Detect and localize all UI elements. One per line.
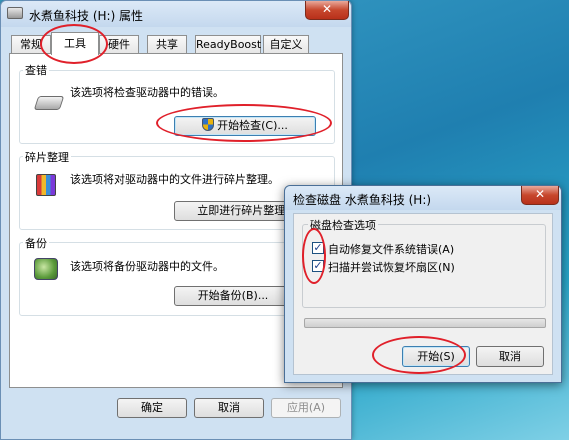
autofix-label: 自动修复文件系统错误(A) bbox=[328, 243, 455, 256]
tab-readyboost[interactable]: ReadyBoost bbox=[195, 35, 261, 54]
tab-label: 共享 bbox=[156, 38, 178, 51]
tab-label: 工具 bbox=[64, 37, 86, 50]
tab-general[interactable]: 常规 bbox=[11, 35, 51, 54]
checkdisk-dialog: 检查磁盘 水煮鱼科技 (H:) ✕ 磁盘检查选项 ✓ 自动修复文件系统错误(A)… bbox=[284, 185, 562, 383]
backup-icon bbox=[34, 258, 58, 280]
close-icon: ✕ bbox=[321, 2, 333, 16]
button-label: 取消 bbox=[218, 401, 240, 414]
button-label: 确定 bbox=[141, 401, 163, 414]
defrag-description: 该选项将对驱动器中的文件进行碎片整理。 bbox=[70, 173, 279, 186]
hard-drive-icon bbox=[33, 96, 65, 110]
close-button[interactable]: ✕ bbox=[305, 1, 349, 20]
apply-button[interactable]: 应用(A) bbox=[271, 398, 341, 418]
backup-description: 该选项将备份驱动器中的文件。 bbox=[70, 260, 224, 273]
tab-customize[interactable]: 自定义 bbox=[263, 35, 309, 54]
tab-label: 自定义 bbox=[269, 38, 303, 51]
button-label: 取消 bbox=[499, 350, 521, 363]
tab-label: ReadyBoost bbox=[196, 38, 262, 51]
window-title: 水煮鱼科技 (H:) 属性 bbox=[29, 9, 144, 23]
start-backup-button[interactable]: 开始备份(B)... bbox=[174, 286, 292, 306]
cancel-button[interactable]: 取消 bbox=[194, 398, 264, 418]
scan-recover-label: 扫描并尝试恢复坏扇区(N) bbox=[328, 261, 455, 274]
scan-recover-checkbox[interactable]: ✓ bbox=[312, 260, 324, 272]
checkdisk-titlebar[interactable]: 检查磁盘 水煮鱼科技 (H:) ✕ bbox=[285, 186, 561, 210]
drive-icon bbox=[7, 7, 23, 19]
error-check-description: 该选项将检查驱动器中的错误。 bbox=[70, 86, 224, 99]
dialog-title: 检查磁盘 水煮鱼科技 (H:) bbox=[293, 193, 432, 207]
button-label: 开始(S) bbox=[417, 350, 455, 363]
ok-button[interactable]: 确定 bbox=[117, 398, 187, 418]
start-button[interactable]: 开始(S) bbox=[402, 346, 470, 367]
button-label: 应用(A) bbox=[286, 401, 326, 414]
group-title: 查错 bbox=[23, 62, 49, 78]
properties-titlebar[interactable]: 水煮鱼科技 (H:) 属性 ✕ bbox=[1, 1, 351, 27]
tab-hardware[interactable]: 硬件 bbox=[99, 35, 139, 54]
checkdisk-panel: 磁盘检查选项 ✓ 自动修复文件系统错误(A) ✓ 扫描并尝试恢复坏扇区(N) 开… bbox=[293, 213, 553, 375]
tab-sharing[interactable]: 共享 bbox=[147, 35, 187, 54]
dialog-cancel-button[interactable]: 取消 bbox=[476, 346, 544, 367]
checkmark-icon: ✓ bbox=[313, 241, 323, 254]
autofix-checkbox[interactable]: ✓ bbox=[312, 242, 324, 254]
button-label: 开始检查(C)... bbox=[217, 119, 288, 132]
group-title: 备份 bbox=[23, 235, 49, 251]
button-label: 开始备份(B)... bbox=[197, 289, 269, 302]
progress-bar bbox=[304, 318, 546, 328]
dialog-close-button[interactable]: ✕ bbox=[521, 186, 559, 205]
tab-tools[interactable]: 工具 bbox=[51, 32, 99, 55]
close-icon: ✕ bbox=[534, 187, 546, 201]
group-title: 碎片整理 bbox=[23, 149, 71, 165]
group-title: 磁盘检查选项 bbox=[308, 217, 378, 233]
start-check-button[interactable]: 开始检查(C)... bbox=[174, 116, 316, 136]
tab-label: 硬件 bbox=[108, 38, 130, 51]
tab-label: 常规 bbox=[20, 38, 42, 51]
uac-shield-icon bbox=[202, 118, 215, 131]
defrag-icon bbox=[36, 174, 56, 196]
checkmark-icon: ✓ bbox=[313, 259, 323, 272]
